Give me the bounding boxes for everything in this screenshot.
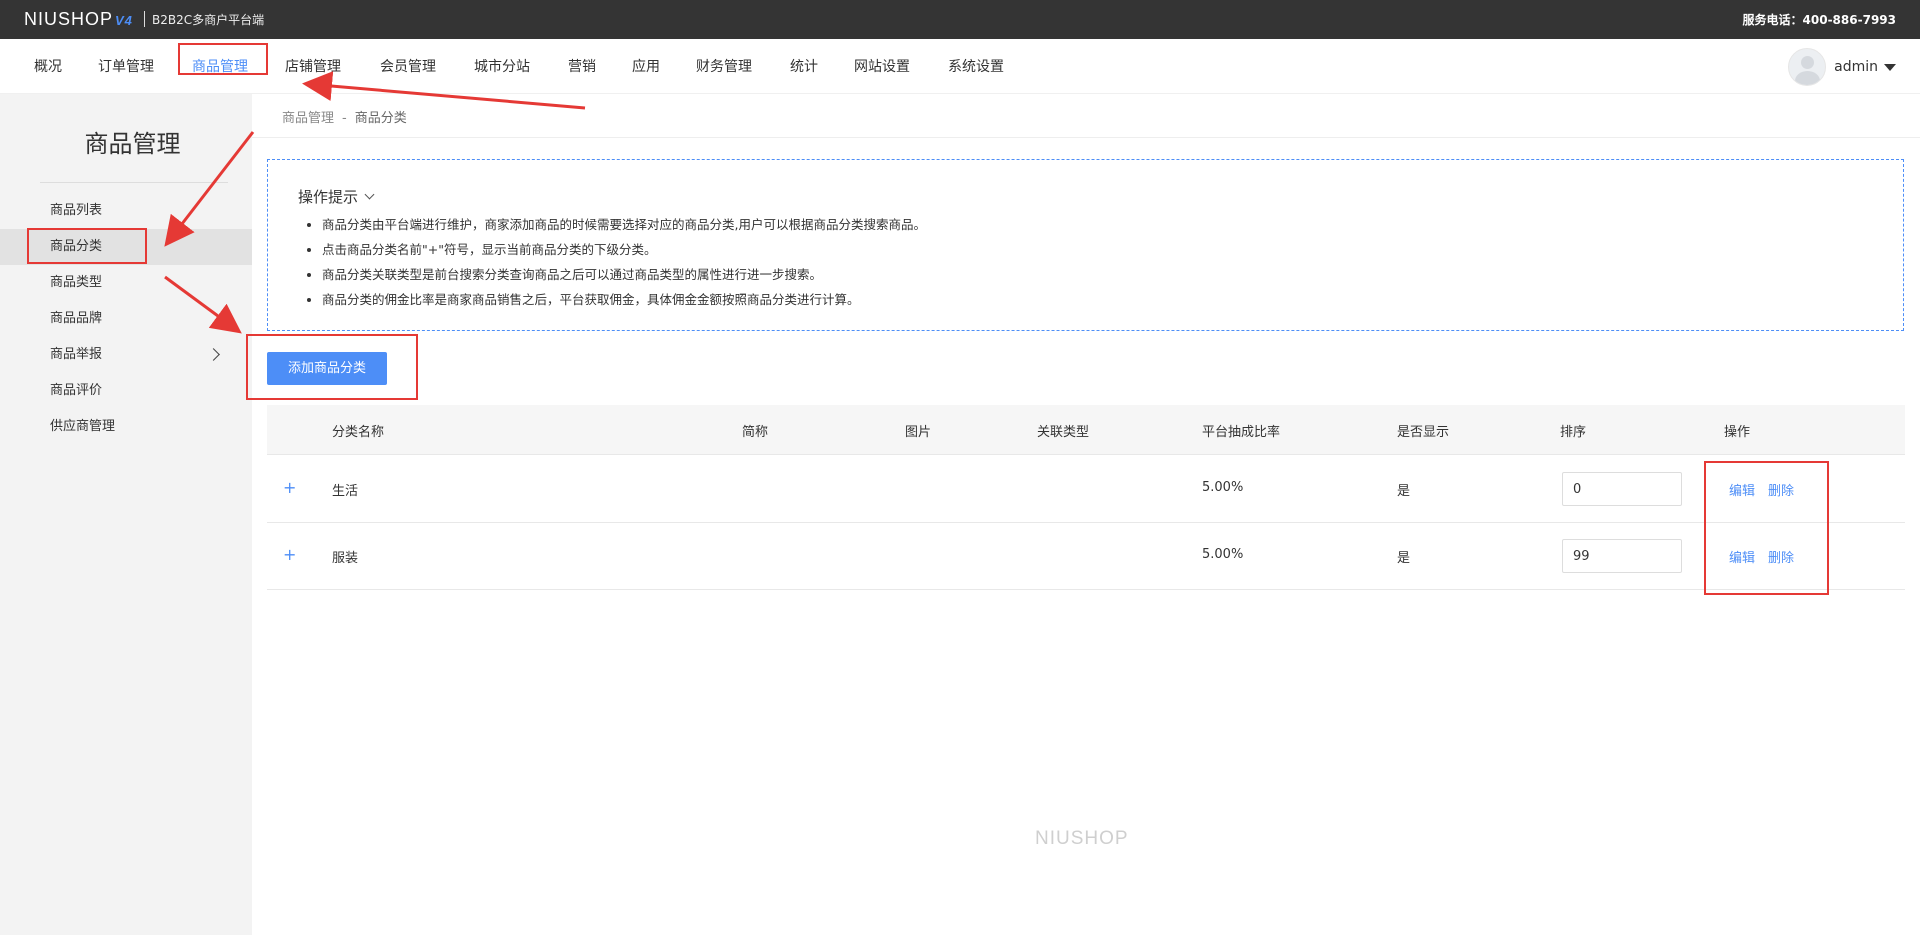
category-rate: 5.00% (1202, 547, 1244, 562)
column-header-type: 关联类型 (1037, 425, 1090, 440)
table-row: + 生活 5.00% 是 编辑 删除 (267, 456, 1905, 523)
column-header-name: 分类名称 (332, 425, 385, 440)
category-visible: 是 (1397, 484, 1411, 499)
sidebar-item-supplier[interactable]: 供应商管理 (0, 409, 252, 445)
nav-item-members[interactable]: 会员管理 (380, 56, 436, 76)
table-header: 分类名称 简称 图片 关联类型 平台抽成比率 是否显示 排序 操作 (267, 405, 1905, 455)
annotation-box-actions (1704, 461, 1829, 595)
breadcrumb-current: 商品分类 (354, 111, 407, 126)
breadcrumb-separator: - (342, 111, 347, 126)
annotation-box-add-button (246, 334, 418, 400)
table-row: + 服装 5.00% 是 编辑 删除 (267, 523, 1905, 590)
column-header-rate: 平台抽成比率 (1202, 425, 1281, 440)
operation-tips: 操作提示 商品分类由平台端进行维护，商家添加商品的时候需要选择对应的商品分类,用… (267, 159, 1904, 331)
tip-item: 商品分类关联类型是前台搜索分类查询商品之后可以通过商品类型的属性进行进一步搜索。 (322, 265, 926, 290)
sidebar-divider (40, 182, 228, 183)
nav-item-marketing[interactable]: 营销 (568, 56, 596, 76)
nav-item-shops[interactable]: 店铺管理 (285, 56, 341, 76)
sidebar-item-goods-review[interactable]: 商品评价 (0, 373, 252, 409)
sidebar-item-label: 商品举报 (50, 347, 103, 362)
sidebar-title: 商品管理 (84, 130, 181, 158)
logo-divider (144, 11, 145, 27)
nav-item-city-sites[interactable]: 城市分站 (474, 56, 530, 76)
niushop-logo[interactable]: NIUSHOP V4 (24, 9, 133, 30)
column-header-image: 图片 (905, 425, 932, 440)
sidebar: 商品管理 商品列表 商品分类 商品类型 商品品牌 商品举报 商品评价 供应商管理 (0, 94, 252, 935)
sidebar-item-goods-report[interactable]: 商品举报 (0, 337, 252, 373)
annotation-box-sidebar (27, 228, 147, 264)
nav-item-overview[interactable]: 概况 (34, 56, 62, 76)
expand-icon[interactable]: + (283, 545, 296, 564)
nav-item-site-settings[interactable]: 网站设置 (854, 56, 910, 76)
breadcrumb-parent[interactable]: 商品管理 (282, 111, 334, 126)
footer-logo: NIUSHOP (1035, 828, 1129, 849)
sort-input[interactable] (1562, 539, 1682, 573)
breadcrumb-divider (252, 137, 1920, 138)
logo-text: NIUSHOP (24, 9, 114, 29)
column-header-visible: 是否显示 (1397, 425, 1450, 440)
column-header-short: 简称 (742, 425, 769, 440)
tips-toggle[interactable]: 操作提示 (298, 186, 375, 207)
main-nav: 概况 订单管理 商品管理 店铺管理 会员管理 城市分站 营销 应用 财务管理 统… (0, 39, 1920, 94)
tips-list: 商品分类由平台端进行维护，商家添加商品的时候需要选择对应的商品分类,用户可以根据… (322, 215, 926, 315)
column-header-actions: 操作 (1724, 425, 1751, 440)
nav-item-system-settings[interactable]: 系统设置 (948, 56, 1004, 76)
annotation-box-nav (178, 43, 268, 75)
tip-item: 点击商品分类名前"+"符号，显示当前商品分类的下级分类。 (322, 240, 926, 265)
breadcrumb: 商品管理 - 商品分类 (282, 107, 407, 126)
sort-input[interactable] (1562, 472, 1682, 506)
column-header-sort: 排序 (1560, 425, 1587, 440)
user-name: admin (1834, 59, 1878, 75)
tip-item: 商品分类的佣金比率是商家商品销售之后，平台获取佣金，具体佣金金额按照商品分类进行… (322, 290, 926, 315)
sidebar-item-goods-brand[interactable]: 商品品牌 (0, 301, 252, 337)
category-visible: 是 (1397, 551, 1411, 566)
tips-title: 操作提示 (298, 188, 359, 206)
sidebar-item-goods-list[interactable]: 商品列表 (0, 193, 252, 229)
service-hotline: 服务电话：400-886-7993 (1742, 13, 1896, 27)
logo-version: V4 (115, 13, 133, 28)
chevron-down-icon (1884, 63, 1896, 71)
category-rate: 5.00% (1202, 480, 1244, 495)
user-menu[interactable]: admin (1788, 48, 1896, 86)
chevron-down-icon (364, 189, 375, 200)
expand-icon[interactable]: + (283, 478, 296, 497)
chevron-right-icon (207, 348, 220, 361)
nav-item-finance[interactable]: 财务管理 (696, 56, 752, 76)
avatar (1788, 48, 1827, 86)
nav-item-statistics[interactable]: 统计 (790, 56, 818, 76)
tip-item: 商品分类由平台端进行维护，商家添加商品的时候需要选择对应的商品分类,用户可以根据… (322, 215, 926, 240)
category-name: 生活 (332, 484, 359, 499)
category-name: 服装 (332, 551, 359, 566)
sidebar-item-goods-type[interactable]: 商品类型 (0, 265, 252, 301)
platform-label: B2B2C多商户平台端 (152, 13, 265, 27)
nav-item-apps[interactable]: 应用 (632, 56, 660, 76)
nav-item-orders[interactable]: 订单管理 (98, 56, 154, 76)
top-bar: NIUSHOP V4 B2B2C多商户平台端 服务电话：400-886-7993 (0, 0, 1920, 39)
